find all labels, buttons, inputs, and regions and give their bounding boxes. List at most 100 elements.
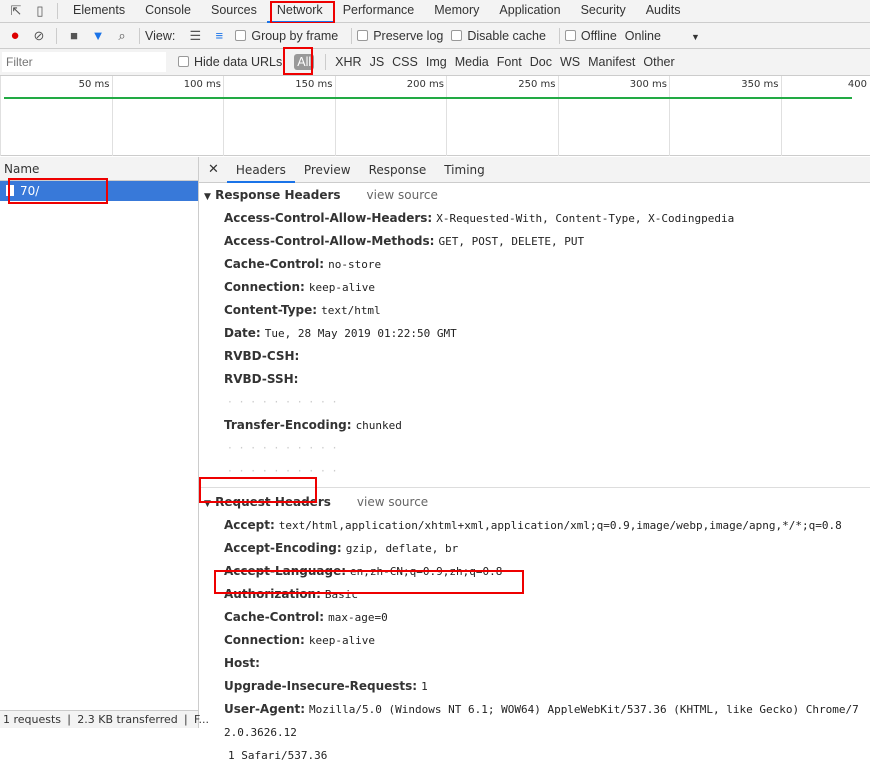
header-value: text/html,application/xhtml+xml,applicat… (278, 519, 842, 532)
view-source-link[interactable]: view source (367, 188, 438, 202)
screenshot-camera-icon[interactable]: ■ (62, 28, 86, 43)
header-row: Authorization: Basic (199, 583, 870, 606)
group-by-frame-checkbox[interactable]: Group by frame (235, 29, 346, 43)
filter-icon[interactable]: ▼ (86, 28, 110, 43)
header-row: Connection: keep-alive (199, 276, 870, 299)
view-source-link[interactable]: view source (357, 495, 428, 509)
timeline-tick: 150 ms (223, 76, 335, 156)
filter-type-other[interactable]: Other (643, 55, 674, 69)
network-toolbar: ● ⊘ ■ ▼ ⌕ View: ☰ ≡ Group by frame Prese… (0, 23, 870, 49)
detail-tab-headers[interactable]: Headers (226, 157, 295, 183)
header-row: Accept: text/html,application/xhtml+xml,a… (199, 514, 870, 537)
header-row: RVBD-SSH: (199, 368, 870, 391)
record-icon[interactable]: ● (3, 27, 27, 44)
response-headers-section[interactable]: ▼ Response Headers view source (199, 183, 870, 207)
divider (139, 27, 140, 44)
document-icon (6, 185, 14, 196)
divider (199, 487, 870, 488)
header-value: 1 (421, 680, 428, 693)
header-row: · · · · · · · · · · (199, 460, 870, 483)
header-row: · · · · · · · · · · (199, 391, 870, 414)
inspect-element-icon[interactable]: ⇱ (4, 3, 28, 19)
devtools-tab-bar: ⇱ ▯ Elements Console Sources Network Perform… (0, 0, 870, 23)
tab-sources[interactable]: Sources (201, 0, 267, 23)
throttling-select[interactable]: Online ▼ (625, 29, 700, 43)
request-headers-section[interactable]: ▼ Request Headers view source (199, 490, 870, 514)
header-row: Cache-Control: no-store (199, 253, 870, 276)
view-label: View: (145, 28, 176, 43)
hide-data-urls-checkbox[interactable]: Hide data URLs (178, 55, 290, 69)
filter-type-js[interactable]: JS (370, 55, 385, 69)
tick-label: 100 ms (183, 79, 221, 90)
tab-security[interactable]: Security (571, 0, 636, 23)
header-row: Access-Control-Allow-Methods: GET, POST, … (199, 230, 870, 253)
header-name: Cache-Control: (224, 257, 325, 271)
section-title: Response Headers (215, 188, 341, 202)
section-title: Request Headers (215, 495, 331, 509)
filter-type-ws[interactable]: WS (560, 55, 580, 69)
divider (57, 3, 58, 19)
header-name: Content-Type: (224, 303, 318, 317)
header-name: Host: (224, 656, 260, 670)
waterfall-overview-icon[interactable]: ≡ (207, 28, 231, 43)
filter-input[interactable] (2, 52, 166, 72)
header-name: Cache-Control: (224, 610, 325, 624)
tab-application[interactable]: Application (489, 0, 570, 23)
status-bar: 1 requests ❘ 2.3 KB transferred ❘ F... (0, 710, 209, 728)
header-name: Transfer-Encoding: (224, 418, 352, 432)
collapse-triangle-icon: ▼ (204, 499, 211, 509)
divider (325, 54, 327, 70)
header-row: Host: (199, 652, 870, 675)
tab-elements[interactable]: Elements (63, 0, 135, 23)
search-icon[interactable]: ⌕ (110, 28, 134, 44)
clear-icon[interactable]: ⊘ (27, 28, 51, 44)
preserve-log-checkbox[interactable]: Preserve log (357, 29, 451, 43)
header-name: Connection: (224, 280, 305, 294)
dropdown-arrow-icon: ▼ (690, 31, 700, 42)
header-name: Access-Control-Allow-Methods: (224, 234, 435, 248)
header-row: Accept-Encoding: gzip, deflate, br (199, 537, 870, 560)
tab-performance[interactable]: Performance (333, 0, 425, 23)
waterfall-bar (4, 97, 852, 99)
detail-tab-preview[interactable]: Preview (295, 157, 360, 183)
divider (558, 27, 560, 44)
tab-console[interactable]: Console (135, 0, 201, 23)
large-rows-icon[interactable]: ☰ (183, 28, 207, 44)
request-name: 70/ (20, 184, 40, 198)
close-icon[interactable]: ✕ (199, 162, 227, 177)
filter-type-font[interactable]: Font (497, 55, 522, 69)
timeline-tick: 50 ms (0, 76, 112, 156)
disable-cache-checkbox[interactable]: Disable cache (451, 29, 554, 43)
header-value: GET, POST, DELETE, PUT (438, 235, 585, 248)
request-details: ✕ Headers Preview Response Timing ▼ Respons… (199, 157, 870, 762)
filter-type-img[interactable]: Img (426, 55, 447, 69)
tab-audits[interactable]: Audits (636, 0, 691, 23)
tick-label: 250 ms (518, 79, 556, 90)
tab-network[interactable]: Network (266, 0, 333, 23)
detail-tab-response[interactable]: Response (360, 157, 436, 183)
filter-type-css[interactable]: CSS (392, 55, 418, 69)
tick-label: 200 ms (406, 79, 444, 90)
header-name: Accept-Language: (224, 564, 347, 578)
detail-tabs: ✕ Headers Preview Response Timing (199, 157, 870, 183)
filter-type-manifest[interactable]: Manifest (588, 55, 635, 69)
detail-tab-timing[interactable]: Timing (435, 157, 494, 183)
timeline-overview[interactable]: 50 ms 100 ms 150 ms 200 ms 250 ms 300 ms 350 m… (0, 76, 870, 156)
device-toolbar-icon[interactable]: ▯ (28, 3, 52, 19)
header-value: no-store (328, 258, 382, 271)
offline-checkbox[interactable]: Offline (564, 29, 625, 43)
request-row[interactable]: 70/ (0, 181, 198, 201)
tab-memory[interactable]: Memory (424, 0, 489, 23)
tick-label: 400 (847, 79, 867, 90)
header-name: Date: (224, 326, 261, 340)
name-column-header[interactable]: Name (0, 157, 198, 181)
header-value: text/html (321, 304, 381, 317)
timeline-tick: 250 ms (446, 76, 558, 156)
timeline-tick: 400 (780, 76, 870, 156)
tick-label: 300 ms (629, 79, 667, 90)
filter-type-all[interactable]: All (294, 54, 315, 70)
filter-type-media[interactable]: Media (455, 55, 489, 69)
filter-type-doc[interactable]: Doc (530, 55, 552, 69)
header-name: Access-Control-Allow-Headers: (224, 211, 433, 225)
filter-type-xhr[interactable]: XHR (335, 55, 361, 69)
